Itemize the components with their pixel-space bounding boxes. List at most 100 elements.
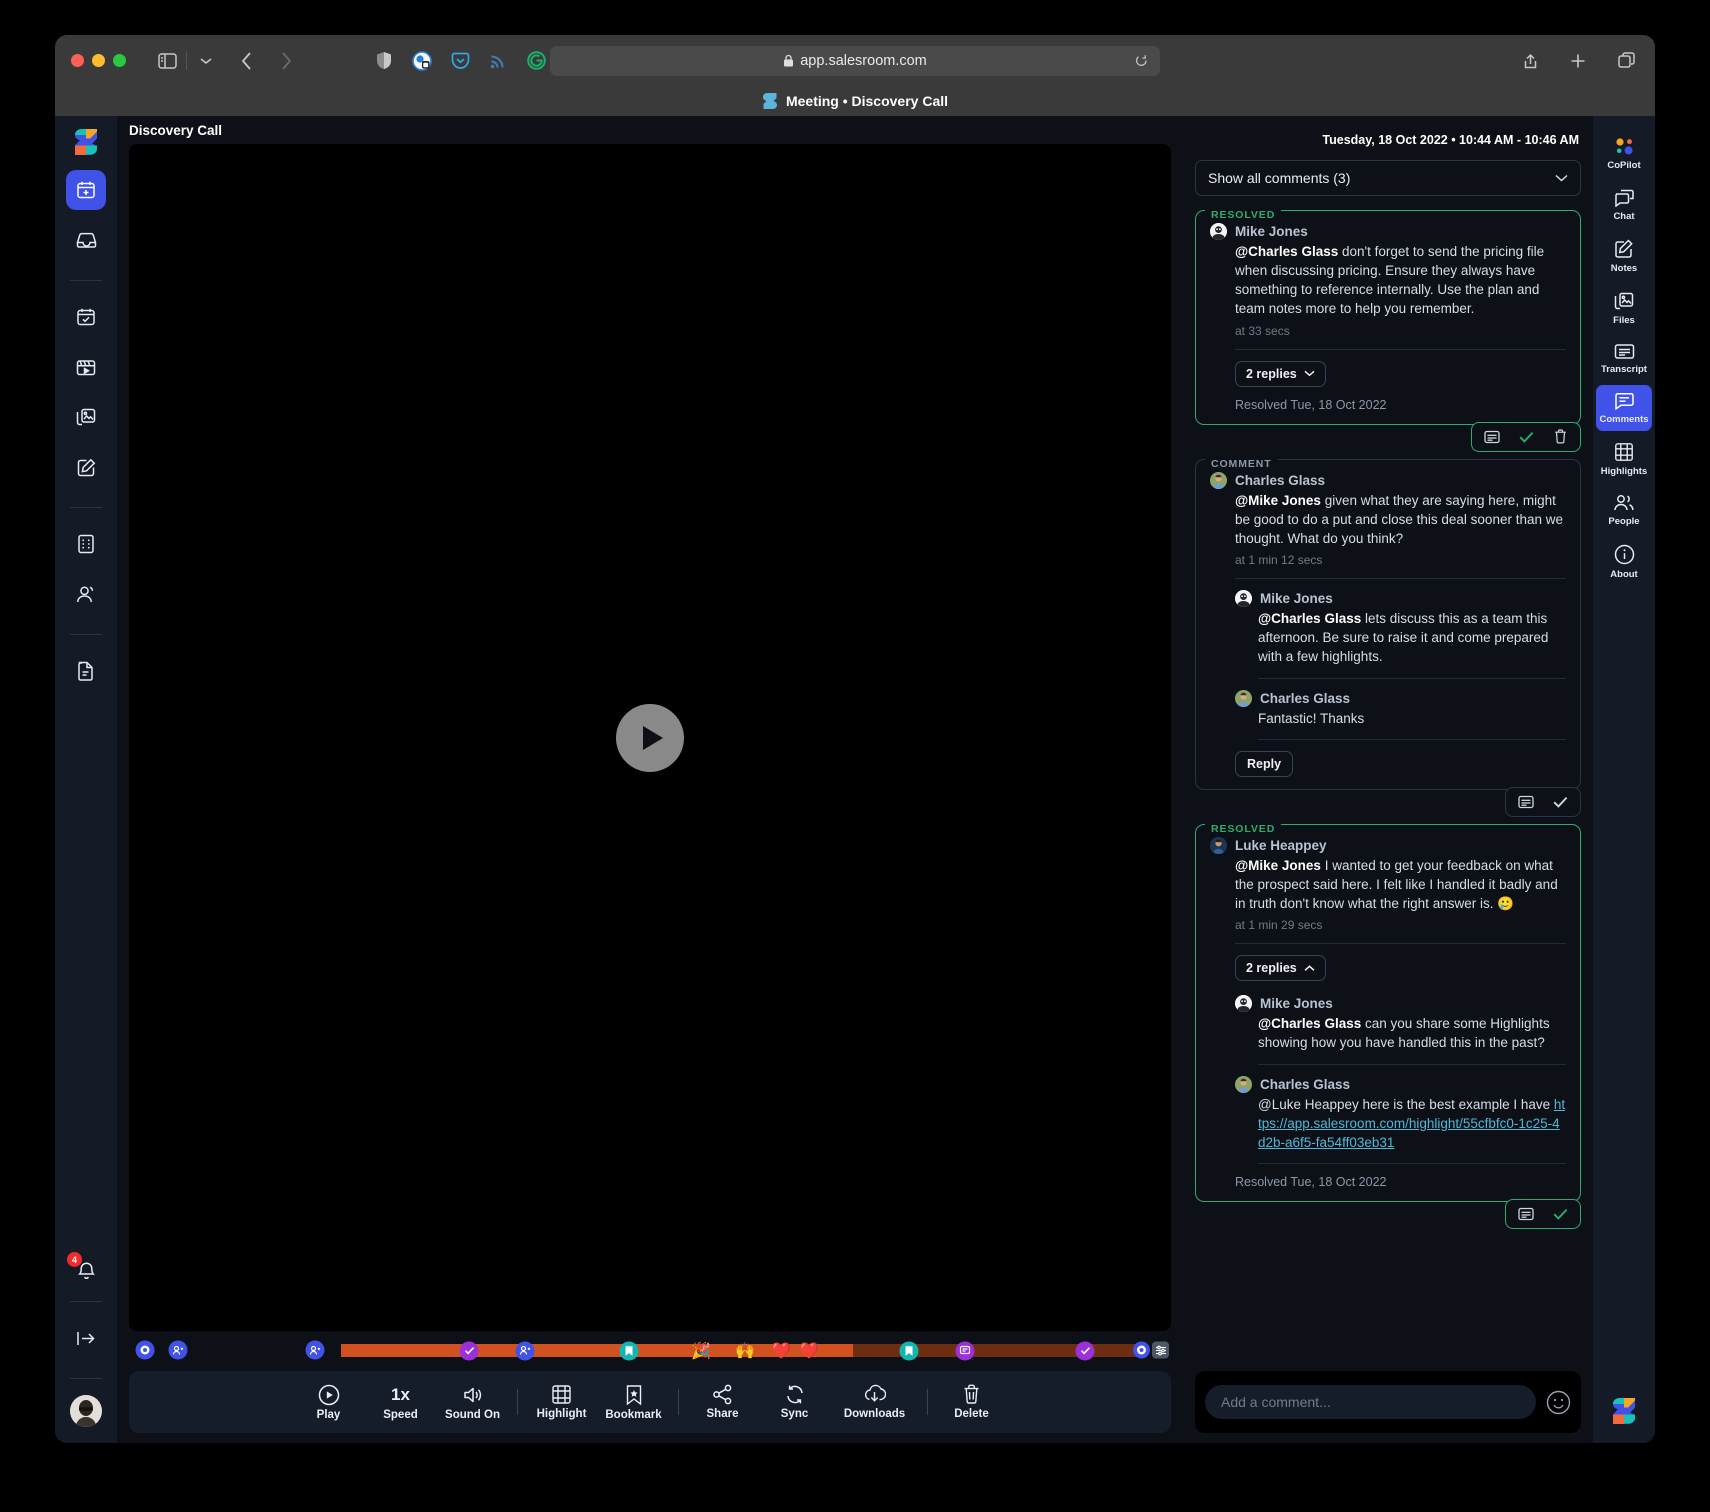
- avatar: [1235, 590, 1252, 608]
- sidebar-item-notes[interactable]: [66, 447, 106, 487]
- downloads-button[interactable]: Downloads: [831, 1384, 919, 1420]
- tab-transcript[interactable]: Transcript: [1596, 336, 1652, 381]
- timeline-marker-person-add[interactable]: [515, 1341, 535, 1360]
- sync-button[interactable]: Sync: [759, 1384, 831, 1420]
- pocket-icon[interactable]: [447, 48, 473, 74]
- speed-button[interactable]: 1x Speed: [365, 1384, 437, 1421]
- comment-mention[interactable]: @Mike Jones: [1235, 493, 1321, 508]
- resolve-check-icon[interactable]: [1544, 1200, 1576, 1228]
- rss-icon[interactable]: [485, 48, 511, 74]
- bookmark-button[interactable]: Bookmark: [598, 1384, 670, 1421]
- record-icon[interactable]: [1133, 1341, 1150, 1359]
- collapse-sidebar-button[interactable]: [66, 1318, 106, 1358]
- minimize-window-button[interactable]: [92, 54, 105, 67]
- sound-button[interactable]: Sound On: [437, 1384, 509, 1421]
- tab-people[interactable]: People: [1596, 487, 1652, 533]
- sidebar-item-inbox[interactable]: [66, 220, 106, 260]
- comment-mention[interactable]: @Mike Jones: [1235, 858, 1321, 873]
- timeline-marker-check[interactable]: [1075, 1341, 1095, 1360]
- divider: [186, 51, 187, 70]
- comment-card[interactable]: Luke Heappey @Mike Jones I wanted to get…: [1195, 823, 1581, 1202]
- shield-icon[interactable]: [371, 48, 397, 74]
- timeline-marker-person-add[interactable]: [168, 1340, 188, 1360]
- transcript-icon[interactable]: [1510, 788, 1542, 816]
- video-stage[interactable]: [129, 144, 1171, 1331]
- sidebar-item-reports[interactable]: [66, 524, 106, 564]
- delete-button[interactable]: Delete: [936, 1384, 1008, 1420]
- transcript-icon[interactable]: [1476, 423, 1508, 451]
- privacy-badger-icon[interactable]: [409, 48, 435, 74]
- back-button-icon[interactable]: [233, 48, 259, 74]
- sidebar-item-documents[interactable]: [66, 651, 106, 691]
- timeline-marker-party-popper[interactable]: 🎉: [691, 1341, 711, 1361]
- forward-button-icon[interactable]: [273, 48, 299, 74]
- delete-comment-icon[interactable]: [1544, 423, 1576, 451]
- add-comment-input[interactable]: Add a comment...: [1205, 1385, 1536, 1419]
- tab-comments[interactable]: Comments: [1596, 385, 1652, 431]
- timeline-marker-check[interactable]: [459, 1341, 479, 1360]
- extension-icons[interactable]: [371, 48, 549, 74]
- sidebar-item-calendar-check[interactable]: [66, 297, 106, 337]
- comment-actions[interactable]: [1505, 786, 1581, 817]
- salesroom-logo-icon[interactable]: [73, 128, 99, 156]
- maximize-window-button[interactable]: [113, 54, 126, 67]
- timeline-right-controls[interactable]: [1133, 1341, 1169, 1359]
- salesroom-logo-icon[interactable]: [1611, 1397, 1637, 1425]
- tab-chat[interactable]: Chat: [1596, 181, 1652, 228]
- reply-button[interactable]: Reply: [1235, 750, 1294, 777]
- play-overlay-button[interactable]: [616, 703, 684, 772]
- timeline-marker-record[interactable]: [135, 1340, 155, 1360]
- reply-mention[interactable]: @Charles Glass: [1258, 1016, 1361, 1031]
- resolve-check-icon[interactable]: [1544, 788, 1576, 816]
- tab-about[interactable]: About: [1596, 537, 1652, 586]
- comment-card[interactable]: Mike Jones @Charles Glass don't forget t…: [1195, 210, 1581, 425]
- settings-sliders-icon[interactable]: [1152, 1341, 1169, 1359]
- replies-toggle[interactable]: 2 replies: [1235, 955, 1326, 982]
- window-controls[interactable]: [71, 54, 126, 67]
- play-button[interactable]: Play: [293, 1384, 365, 1421]
- avatar[interactable]: [70, 1395, 102, 1427]
- tab-files[interactable]: Files: [1596, 284, 1652, 332]
- chevron-down-icon[interactable]: [193, 48, 219, 74]
- comment-actions[interactable]: [1505, 1198, 1581, 1229]
- replies-toggle[interactable]: 2 replies: [1235, 360, 1326, 387]
- timeline-marker-comment[interactable]: [955, 1341, 975, 1360]
- comment-mention[interactable]: @Charles Glass: [1235, 244, 1338, 259]
- browser-right-actions[interactable]: [1517, 48, 1639, 74]
- reply-mention[interactable]: @Charles Glass: [1258, 611, 1361, 626]
- timeline-track[interactable]: 🎉 🙌 ❤️ ❤️: [341, 1341, 1141, 1360]
- timeline-marker-person-add[interactable]: [305, 1340, 325, 1360]
- close-window-button[interactable]: [71, 54, 84, 67]
- highlight-button[interactable]: Highlight: [526, 1384, 598, 1420]
- timeline-marker-heart[interactable]: ❤️: [771, 1341, 791, 1361]
- navigation-buttons[interactable]: [233, 48, 299, 74]
- share-icon[interactable]: [1517, 48, 1543, 74]
- resolve-check-icon[interactable]: [1510, 423, 1542, 451]
- sidebar-item-calendar-add[interactable]: [66, 170, 106, 210]
- timeline-marker-bookmark[interactable]: [619, 1341, 639, 1360]
- comment-card[interactable]: Charles Glass @Mike Jones given what the…: [1195, 458, 1581, 790]
- sidebar-item-recordings[interactable]: [66, 347, 106, 387]
- sidebar-item-gallery[interactable]: [66, 397, 106, 437]
- sidebar-toggle-icon[interactable]: [154, 48, 180, 74]
- transcript-icon[interactable]: [1510, 1200, 1542, 1228]
- tab-notes[interactable]: Notes: [1596, 232, 1652, 280]
- share-button[interactable]: Share: [687, 1384, 759, 1420]
- timeline-marker-heart[interactable]: ❤️: [799, 1341, 819, 1361]
- comment-actions[interactable]: [1471, 421, 1581, 452]
- address-bar[interactable]: app.salesroom.com: [550, 45, 1160, 76]
- tab-highlights[interactable]: Highlights: [1596, 435, 1652, 483]
- comments-list[interactable]: RESOLVED Mike Jones @Charles Glass don't…: [1183, 196, 1593, 1371]
- tab-copilot[interactable]: CoPilot: [1596, 130, 1652, 177]
- timeline-marker-bookmark[interactable]: [899, 1341, 919, 1360]
- notifications-button[interactable]: 4: [66, 1251, 106, 1291]
- tab-overview-icon[interactable]: [1613, 48, 1639, 74]
- comments-filter-select[interactable]: Show all comments (3): [1195, 160, 1581, 196]
- video-timeline[interactable]: 🎉 🙌 ❤️ ❤️: [129, 1335, 1171, 1365]
- grammarly-icon[interactable]: [523, 48, 549, 74]
- timeline-marker-raised-hands[interactable]: 🙌: [735, 1341, 755, 1361]
- reload-icon[interactable]: [1135, 54, 1148, 68]
- new-tab-icon[interactable]: [1565, 48, 1591, 74]
- sidebar-item-contacts[interactable]: [66, 574, 106, 614]
- emoji-smiley-icon[interactable]: [1546, 1390, 1571, 1415]
